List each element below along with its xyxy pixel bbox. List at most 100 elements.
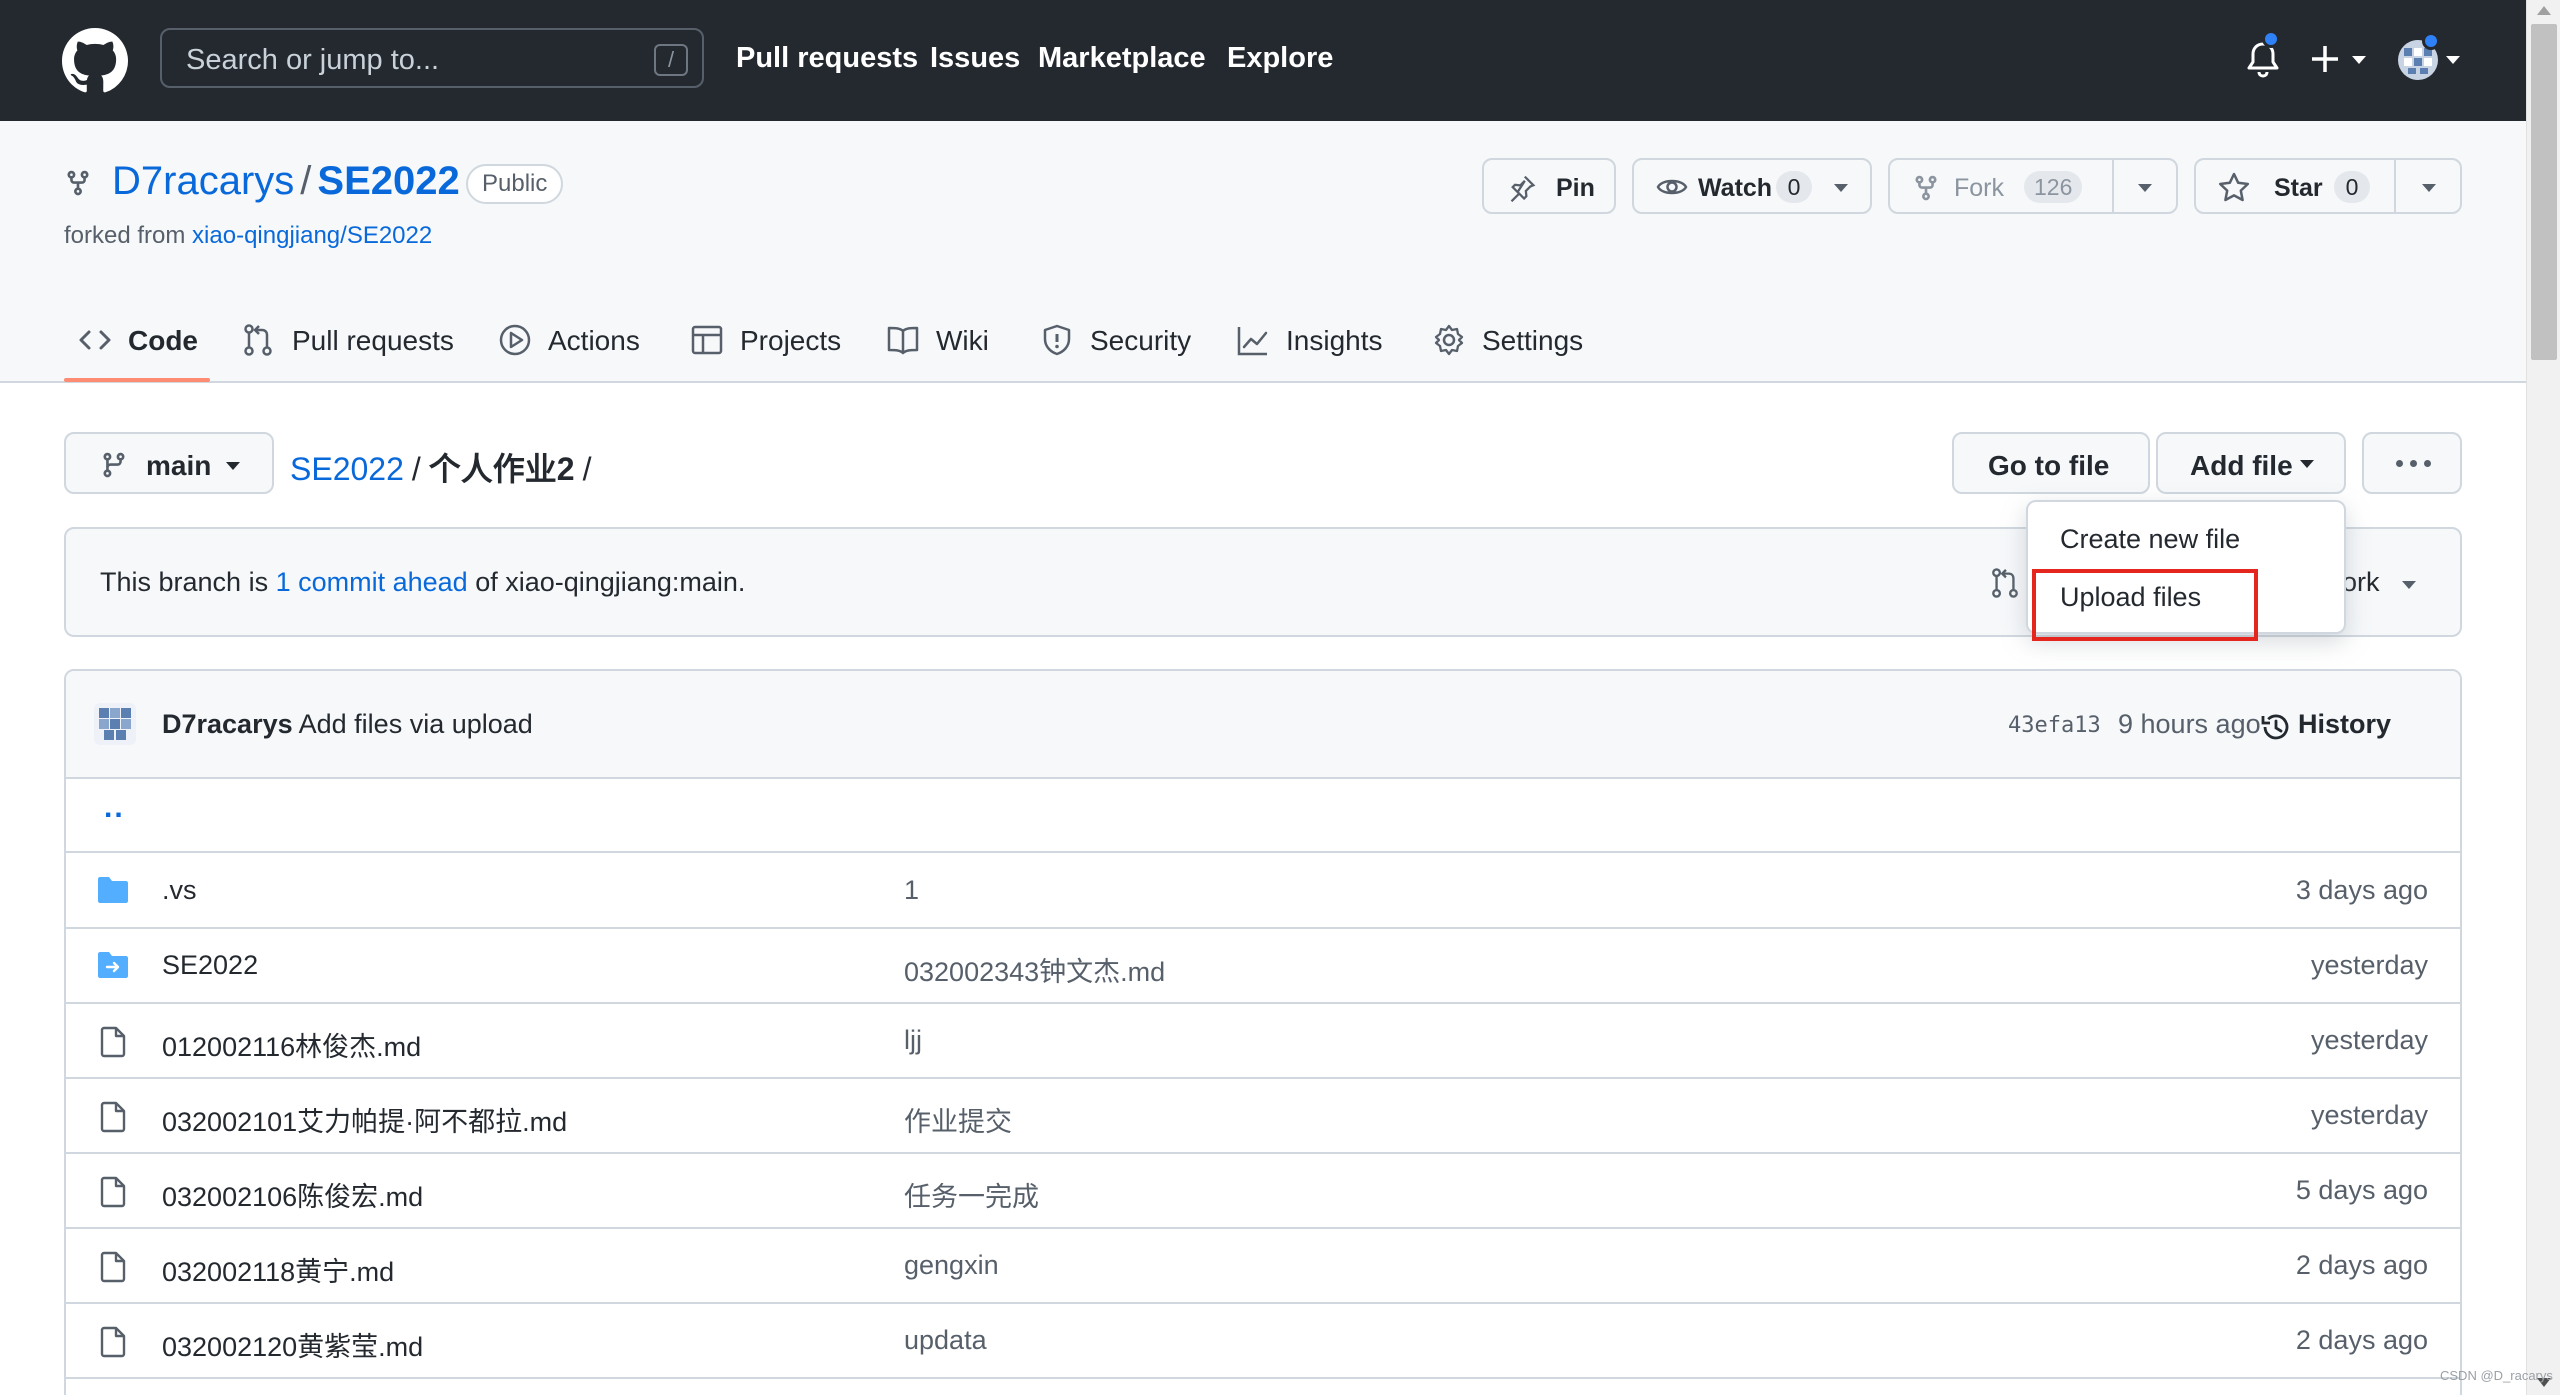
file-row[interactable]: 012002116林俊杰.md ljj yesterday: [66, 1005, 2460, 1079]
go-to-file-button[interactable]: Go to file: [1952, 432, 2150, 494]
file-commit-message[interactable]: updata: [904, 1325, 987, 1356]
sync-fork-label[interactable]: ork: [2342, 567, 2380, 598]
active-tab-underline: [64, 378, 210, 382]
more-dot-icon: [2410, 460, 2417, 467]
upload-files-highlight-box: [2032, 569, 2258, 641]
file-commit-message[interactable]: ljj: [904, 1025, 922, 1056]
file-icon: [96, 1100, 130, 1134]
folder-icon: [96, 875, 130, 905]
commit-message[interactable]: Add files via upload: [299, 709, 533, 739]
file-row[interactable]: 032002101艾力帕提·阿不都拉.md 作业提交 yesterday: [66, 1080, 2460, 1154]
forked-from-link[interactable]: xiao-qingjiang/SE2022: [192, 222, 432, 249]
nav-issues[interactable]: Issues: [930, 42, 1020, 75]
file-name-link[interactable]: 012002116林俊杰.md: [162, 1025, 421, 1064]
add-file-caret-icon: [2300, 460, 2314, 468]
parent-directory-row[interactable]: ..: [66, 779, 2460, 853]
author-avatar[interactable]: [94, 703, 136, 745]
commit-sha[interactable]: 43efa13: [2008, 713, 2101, 738]
search-input[interactable]: Search or jump to... /: [160, 28, 704, 88]
file-row[interactable]: 032002120黄紫莹.md updata 2 days ago: [66, 1305, 2460, 1379]
go-to-file-label: Go to file: [1988, 450, 2110, 481]
eye-icon: [1656, 175, 1688, 199]
branch-name: main: [146, 450, 212, 481]
history-icon: [2261, 714, 2289, 740]
repo-forked-icon: [64, 167, 92, 199]
fork-icon: [1912, 174, 1940, 202]
file-name-link[interactable]: .vs: [162, 875, 197, 906]
branch-select-button[interactable]: main: [64, 432, 274, 494]
breadcrumb-separator: /: [411, 451, 421, 487]
repo-owner-link[interactable]: D7racarys: [112, 159, 294, 203]
file-row[interactable]: 032002106陈俊宏.md 任务一完成 5 days ago: [66, 1155, 2460, 1229]
tab-code-label: Code: [128, 325, 198, 356]
tab-security-label: Security: [1090, 325, 1192, 356]
add-file-button[interactable]: Add file: [2156, 432, 2346, 494]
bell-icon[interactable]: [2246, 30, 2280, 80]
parent-directory-link[interactable]: ..: [104, 791, 125, 825]
contribute-pr-icon[interactable]: [1990, 567, 2020, 599]
tab-wiki-label: Wiki: [936, 325, 989, 356]
file-row[interactable]: .vs 1 3 days ago: [66, 855, 2460, 929]
file-commit-message[interactable]: gengxin: [904, 1250, 999, 1281]
menu-item-create-new-file[interactable]: Create new file: [2060, 524, 2240, 555]
file-commit-message[interactable]: 032002343钟文杰.md: [904, 950, 1165, 989]
file-row[interactable]: SE2022 032002343钟文杰.md yesterday: [66, 930, 2460, 1004]
star-label[interactable]: Star: [2274, 174, 2323, 203]
file-icon: [96, 1175, 130, 1209]
fork-label[interactable]: Fork: [1954, 174, 2004, 203]
shield-icon: [1040, 323, 1074, 357]
visibility-badge: Public: [466, 164, 564, 204]
breadcrumb-trailing-separator: /: [582, 451, 592, 487]
watch-button[interactable]: Watch 0: [1632, 158, 1872, 214]
branch-icon: [100, 450, 128, 480]
more-options-button[interactable]: [2362, 432, 2462, 494]
file-commit-message[interactable]: 作业提交: [904, 1100, 1012, 1139]
file-row[interactable]: 032002118黄宁.md gengxin 2 days ago: [66, 1230, 2460, 1304]
file-commit-message[interactable]: 任务一完成: [904, 1175, 1039, 1214]
folder-arrow-icon: [96, 950, 130, 980]
plus-icon[interactable]: [2310, 42, 2370, 78]
page-scrollbar[interactable]: [2526, 0, 2560, 1395]
notification-dot: [2262, 30, 2280, 48]
watch-count: 0: [1776, 171, 1812, 203]
sync-fork-caret-icon[interactable]: [2402, 581, 2416, 589]
star-icon: [2218, 172, 2250, 202]
file-name-link[interactable]: 032002101艾力帕提·阿不都拉.md: [162, 1100, 567, 1139]
file-name-link[interactable]: 032002120黄紫莹.md: [162, 1325, 423, 1364]
search-shortcut-key: /: [654, 44, 688, 76]
pin-label: Pin: [1556, 174, 1595, 202]
file-name-link[interactable]: SE2022: [162, 950, 258, 981]
history-link[interactable]: History: [2261, 709, 2391, 740]
branch-ahead-text: This branch is 1 commit ahead of xiao-qi…: [100, 567, 745, 598]
file-commit-age: 5 days ago: [2295, 1175, 2428, 1205]
nav-pull-requests[interactable]: Pull requests: [736, 42, 918, 75]
repo-name-link[interactable]: SE2022: [317, 159, 459, 203]
scrollbar-thumb[interactable]: [2531, 24, 2557, 360]
star-caret-icon[interactable]: [2422, 184, 2436, 192]
file-name-link[interactable]: 032002118黄宁.md: [162, 1250, 394, 1289]
scroll-up-arrow-icon[interactable]: [2537, 6, 2551, 15]
file-commit-message[interactable]: 1: [904, 875, 919, 906]
global-header: Search or jump to... / Pull requests Iss…: [0, 0, 2526, 121]
code-icon: [78, 323, 112, 357]
fork-caret-icon[interactable]: [2138, 184, 2152, 192]
nav-explore[interactable]: Explore: [1227, 42, 1333, 75]
repo-title: D7racarys / SE2022: [112, 159, 460, 204]
nav-marketplace[interactable]: Marketplace: [1038, 42, 1206, 75]
file-name-link[interactable]: 032002106陈俊宏.md: [162, 1175, 423, 1214]
commits-ahead-link[interactable]: 1 commit ahead: [276, 567, 468, 597]
github-logo-icon[interactable]: [62, 28, 128, 94]
commit-author[interactable]: D7racarys: [162, 709, 293, 739]
repo-title-separator: /: [300, 159, 312, 203]
fork-button-group: Fork 126: [1888, 158, 2178, 214]
pin-button[interactable]: Pin: [1482, 158, 1616, 214]
star-count: 0: [2334, 171, 2370, 203]
file-commit-age: 3 days ago: [2295, 875, 2428, 905]
graph-icon: [1236, 323, 1270, 357]
play-icon: [498, 323, 532, 357]
repo-header: D7racarys / SE2022 Public forked from xiao…: [0, 121, 2526, 383]
breadcrumb-repo-link[interactable]: SE2022: [290, 451, 404, 487]
tab-projects-label: Projects: [740, 325, 842, 356]
avatar-menu-icon[interactable]: [2396, 32, 2460, 82]
file-commit-age: yesterday: [2310, 1100, 2428, 1130]
